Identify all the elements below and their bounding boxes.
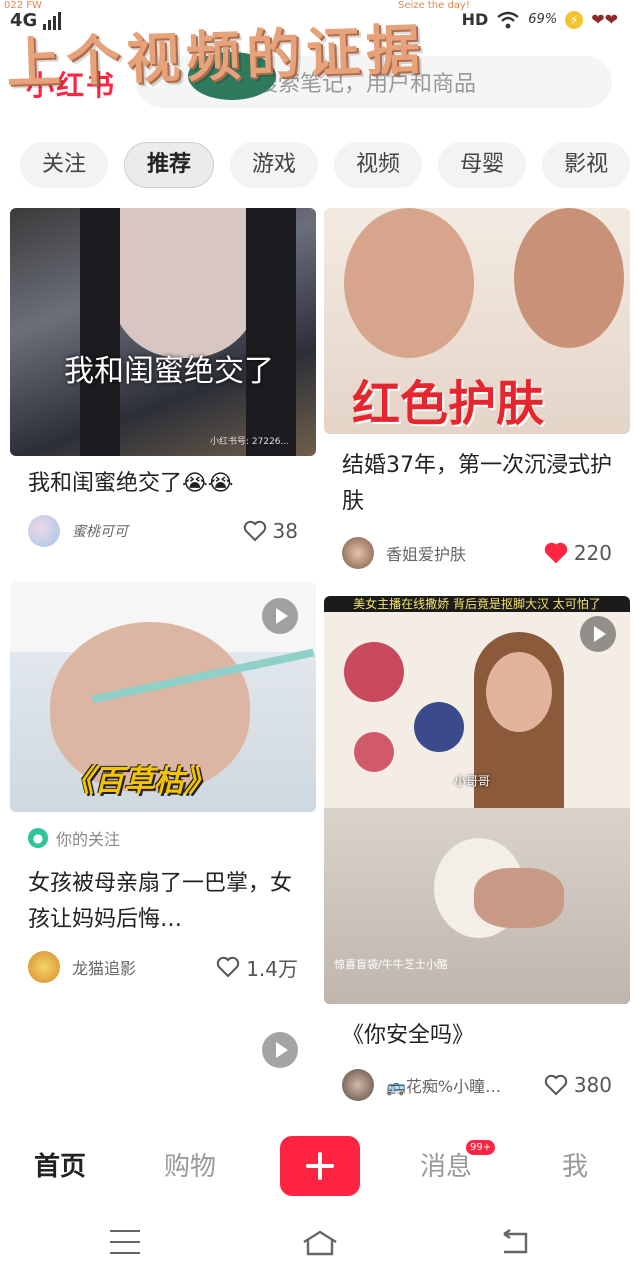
wallpaper-pattern	[414, 702, 464, 752]
note-feed: 我和闺蜜绝交了 小红书号: 27226... 我和闺蜜绝交了😭😭 蜜桃可可 38…	[0, 206, 640, 1116]
illustration-face	[344, 208, 474, 358]
illustration-face	[110, 208, 260, 358]
author-name[interactable]: 🚌花痴%小瞳…	[386, 1073, 544, 1097]
tab-film[interactable]: 影视	[542, 142, 631, 188]
streamer-face	[486, 652, 552, 732]
bottom-nav: 首页 购物 消息 99+ 我	[0, 1118, 640, 1214]
menu-icon[interactable]	[110, 1230, 140, 1254]
charging-icon: ⚡	[565, 10, 584, 29]
like-button[interactable]: 220	[544, 541, 612, 565]
video-banner: 美女主播在线撒娇 背后竟是抠脚大汉 太可怕了	[353, 597, 601, 611]
heart-outline-icon	[243, 520, 266, 542]
video-caption: 惊喜盲袋/牛牛芝士小酪	[334, 958, 448, 971]
image-overlay-text: 我和闺蜜绝交了	[64, 354, 274, 389]
heart-outline-icon	[544, 1074, 568, 1096]
wifi-icon	[497, 11, 520, 28]
note-card[interactable]: 红色护肤 结婚37年，第一次沉浸式护肤 香姐爱护肤 220	[324, 208, 630, 570]
like-count: 220	[573, 541, 612, 565]
tab-video[interactable]: 视频	[334, 142, 423, 188]
hearts-icon: ❤❤	[591, 10, 618, 29]
avatar[interactable]	[28, 515, 60, 547]
tab-recommend[interactable]: 推荐	[124, 142, 215, 188]
follow-tag-label: 你的关注	[56, 830, 121, 849]
like-count: 380	[573, 1073, 612, 1097]
tab-mother-baby[interactable]: 母婴	[438, 142, 527, 188]
hd-indicator: HD	[461, 10, 489, 29]
like-count: 38	[272, 519, 298, 543]
note-image[interactable]: 小哥哥 美女主播在线撒娇 背后竟是抠脚大汉 太可怕了 惊喜盲袋/牛牛芝士小酪	[324, 596, 630, 1004]
home-icon[interactable]	[300, 1228, 340, 1258]
note-title: 我和闺蜜绝交了😭😭	[28, 471, 234, 496]
heart-outline-icon	[216, 956, 240, 978]
note-title: 《你安全吗》	[342, 1023, 475, 1048]
author-name[interactable]: 龙猫追影	[72, 955, 216, 979]
note-title: 结婚37年，第一次沉浸式护肤	[342, 453, 612, 514]
hand-illustration	[474, 868, 564, 928]
author-name[interactable]: 蜜桃可可	[72, 521, 243, 541]
image-overlay-text: 《百草枯》	[64, 764, 214, 799]
tab-games[interactable]: 游戏	[230, 142, 319, 188]
illustration-face	[514, 208, 624, 348]
note-card[interactable]: 《百草枯》 ● 你的关注 女孩被母亲扇了一巴掌，女孩让妈妈后悔… 龙猫追影 1.…	[10, 582, 316, 984]
avatar[interactable]	[342, 537, 374, 569]
tab-follow[interactable]: 关注	[20, 142, 109, 188]
squish-toy-frame	[324, 808, 630, 1004]
note-image[interactable]: 我和闺蜜绝交了 小红书号: 27226...	[10, 208, 316, 456]
like-button[interactable]: 380	[544, 1073, 612, 1097]
play-icon	[580, 616, 616, 652]
illustration-hair	[246, 208, 296, 456]
nav-home[interactable]: 首页	[34, 1146, 86, 1183]
nav-shop[interactable]: 购物	[164, 1146, 216, 1183]
image-watermark: 小红书号: 27226...	[210, 437, 290, 447]
like-button[interactable]: 38	[243, 519, 298, 543]
nav-me[interactable]: 我	[562, 1146, 588, 1183]
system-nav	[0, 1214, 640, 1280]
follow-user-icon: ●	[28, 828, 48, 848]
illustration-hair	[80, 208, 120, 456]
heart-filled-icon	[544, 542, 568, 564]
note-card[interactable]: 小哥哥 美女主播在线撒娇 背后竟是抠脚大汉 太可怕了 惊喜盲袋/牛牛芝士小酪 《…	[324, 596, 630, 1102]
nav-messages[interactable]: 消息	[420, 1146, 472, 1183]
name-tag: 小哥哥	[454, 774, 491, 788]
note-card[interactable]: 我和闺蜜绝交了 小红书号: 27226... 我和闺蜜绝交了😭😭 蜜桃可可 38	[10, 208, 316, 548]
wallpaper-pattern	[354, 732, 394, 772]
note-image[interactable]: 红色护肤	[324, 208, 630, 434]
author-name[interactable]: 香姐爱护肤	[386, 541, 544, 565]
play-icon	[262, 598, 298, 634]
publish-button[interactable]	[280, 1136, 360, 1196]
battery-level: 69%	[528, 12, 558, 27]
note-title: 女孩被母亲扇了一巴掌，女孩让妈妈后悔…	[28, 871, 293, 932]
play-icon[interactable]	[262, 1032, 298, 1068]
like-button[interactable]: 1.4万	[216, 953, 298, 982]
back-icon[interactable]	[498, 1228, 532, 1256]
image-overlay-text: 红色护肤	[352, 376, 545, 432]
avatar[interactable]	[28, 951, 60, 983]
like-count: 1.4万	[246, 956, 298, 981]
note-image[interactable]: 《百草枯》	[10, 582, 316, 812]
avatar[interactable]	[342, 1069, 374, 1101]
follow-tag: ● 你的关注	[10, 826, 316, 850]
message-badge: 99+	[466, 1140, 496, 1155]
category-tabs: 关注 推荐 游戏 视频 母婴 影视	[20, 142, 631, 190]
wallpaper-pattern	[344, 642, 404, 702]
overlay-caption: 上个视频的证据	[5, 16, 428, 96]
